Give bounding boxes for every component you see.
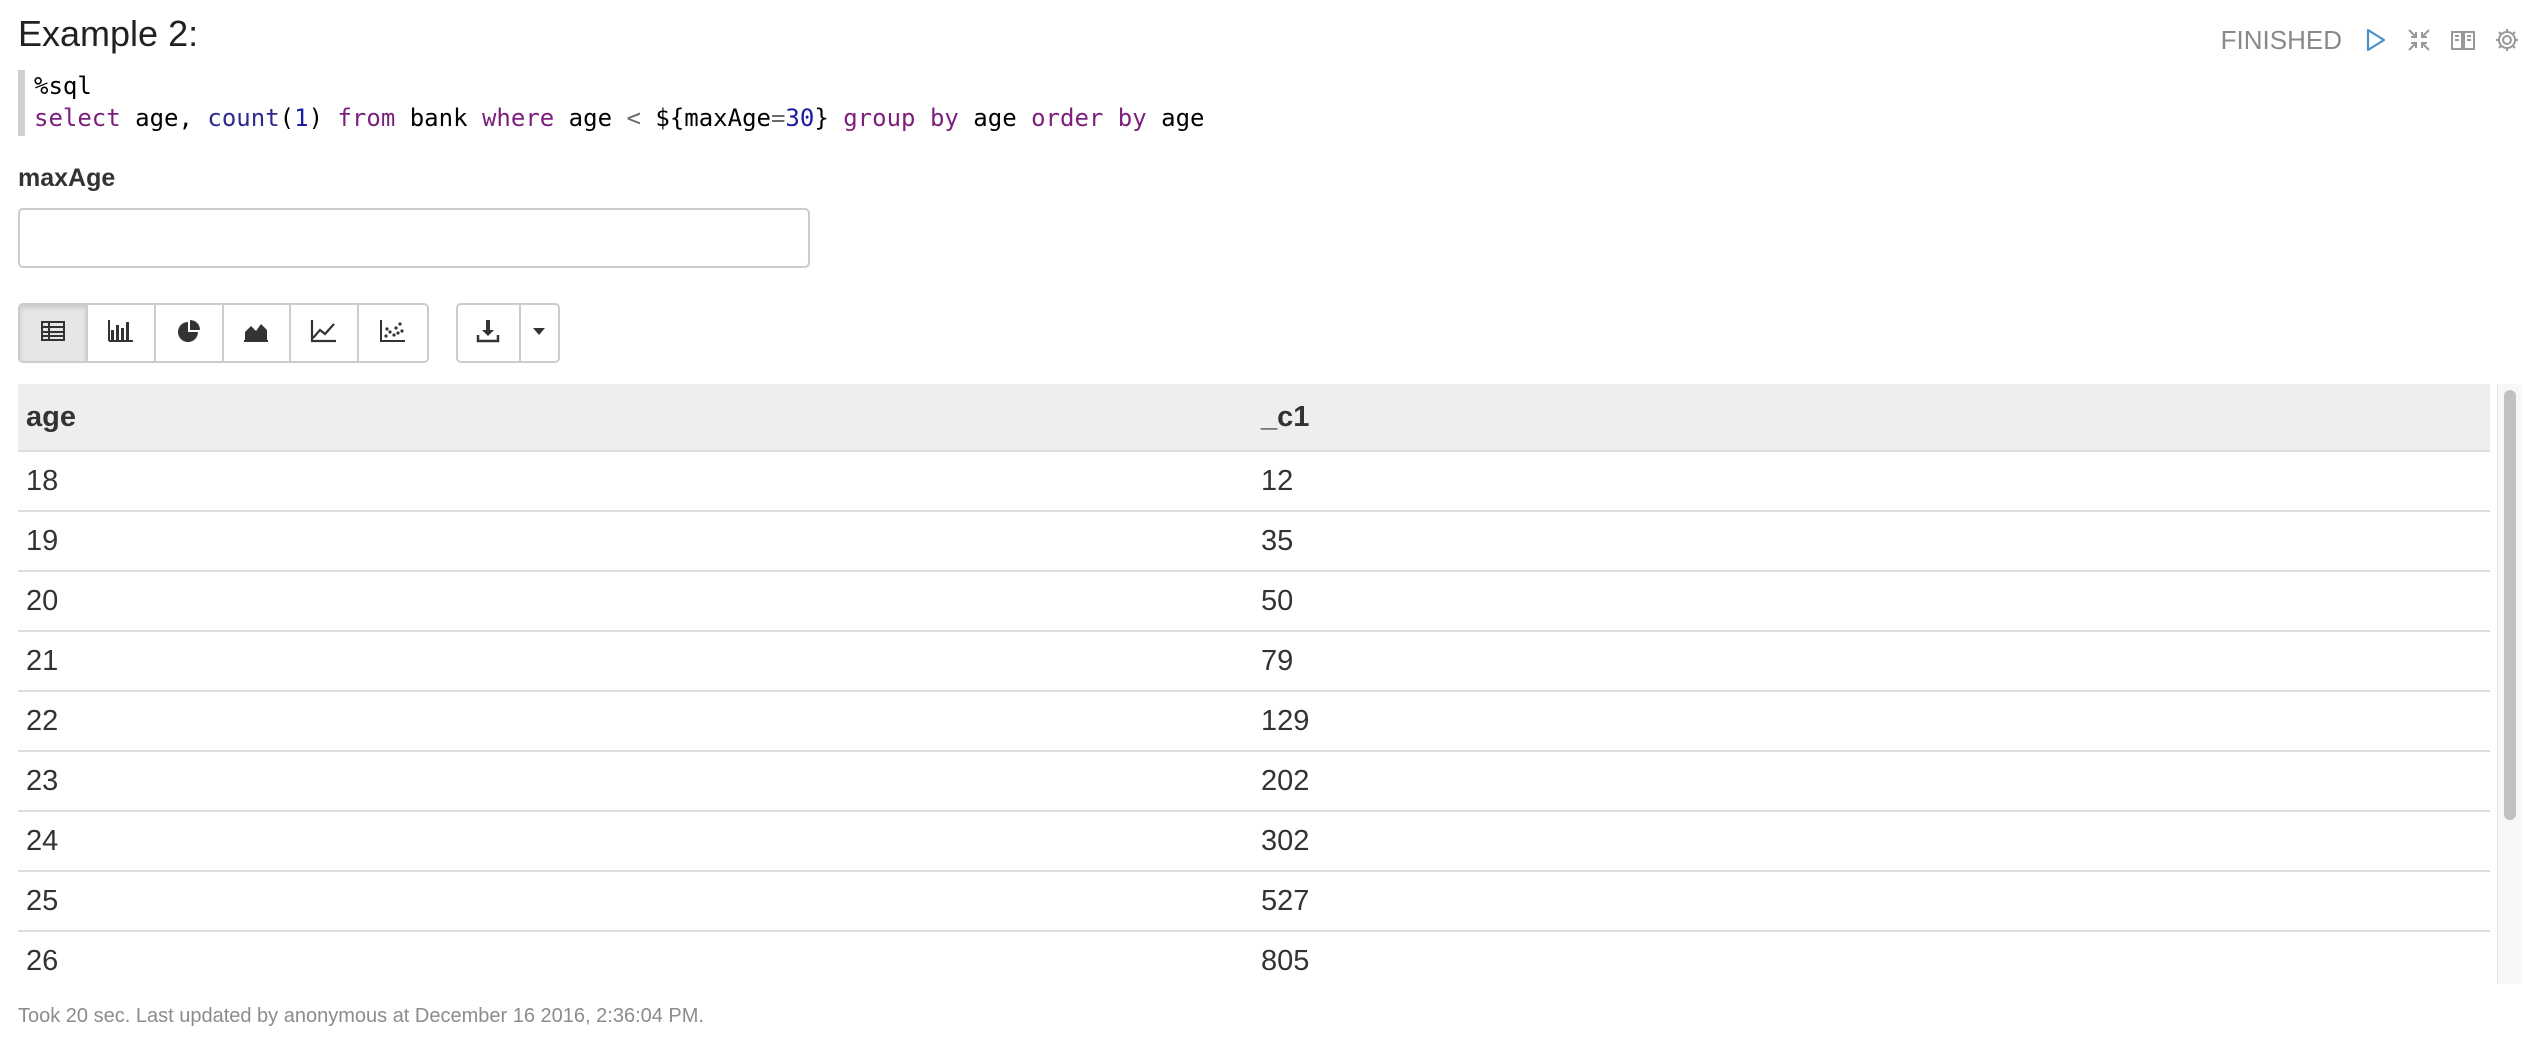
code-editor[interactable]: %sql select age, count(1) from bank wher… xyxy=(18,70,1434,136)
result-table-container: age _c1 18 12 19 35 20 50 21 79 22 129 23 202 … xyxy=(18,384,2522,984)
table-row: 22 129 xyxy=(18,691,2490,752)
play-icon[interactable] xyxy=(2360,25,2390,55)
editor-interpreter-line: %sql xyxy=(34,72,92,100)
table-row: 18 12 xyxy=(18,451,2490,512)
table-icon xyxy=(38,316,68,351)
book-icon[interactable] xyxy=(2448,25,2478,55)
gear-icon[interactable] xyxy=(2492,25,2522,55)
result-table: age _c1 18 12 19 35 20 50 21 79 22 129 23 202 … xyxy=(18,384,2490,984)
download-group xyxy=(456,303,560,363)
code-token: select xyxy=(34,104,121,132)
code-token: < xyxy=(626,104,641,132)
scatter-chart-button[interactable] xyxy=(359,305,427,361)
editor-query-line: select age, count(1) from bank where age… xyxy=(34,102,1434,134)
code-token: age xyxy=(554,104,627,132)
cell-count: 79 xyxy=(1253,631,2490,692)
scatter-chart-icon xyxy=(378,316,408,351)
code-token: age, xyxy=(120,104,208,132)
table-scrollbar[interactable] xyxy=(2497,384,2522,984)
cell-count: 527 xyxy=(1253,871,2490,932)
status-label: FINISHED xyxy=(2220,24,2342,55)
code-token: group xyxy=(843,104,916,132)
cell-count: 805 xyxy=(1253,931,2490,984)
table-row: 21 79 xyxy=(18,631,2490,692)
cell-age: 18 xyxy=(18,451,1253,512)
cell-count: 12 xyxy=(1253,451,2490,512)
cell-count: 35 xyxy=(1253,511,2490,572)
cell-age: 23 xyxy=(18,751,1253,812)
cell-age: 25 xyxy=(18,871,1253,932)
area-chart-button[interactable] xyxy=(223,305,292,361)
table-row: 23 202 xyxy=(18,751,2490,812)
cell-count: 129 xyxy=(1253,691,2490,752)
code-token: 30 xyxy=(785,104,815,132)
cell-age: 20 xyxy=(18,571,1253,632)
cell-age: 24 xyxy=(18,811,1253,872)
code-token: ( xyxy=(279,104,295,132)
column-header-c1[interactable]: _c1 xyxy=(1253,384,2490,452)
table-row: 19 35 xyxy=(18,511,2490,572)
bar-chart-icon xyxy=(106,316,136,351)
table-row: 26 805 xyxy=(18,931,2490,984)
paragraph-title: Example 2: xyxy=(18,13,199,54)
code-token: ${maxAge xyxy=(640,104,771,132)
cell-age: 19 xyxy=(18,511,1253,572)
line-chart-icon xyxy=(309,316,339,351)
table-view-button[interactable] xyxy=(20,305,88,361)
code-token: age xyxy=(1146,104,1205,132)
bar-chart-button[interactable] xyxy=(87,305,156,361)
scrollbar-thumb[interactable] xyxy=(2504,390,2516,820)
code-token: by xyxy=(1117,104,1147,132)
code-token: ) xyxy=(308,104,338,132)
code-token: from xyxy=(337,104,396,132)
code-token: count xyxy=(207,104,280,132)
download-button[interactable] xyxy=(458,305,521,361)
line-chart-button[interactable] xyxy=(291,305,360,361)
code-token: bank xyxy=(395,104,482,132)
visualization-toolbar xyxy=(18,303,429,363)
table-row: 24 302 xyxy=(18,811,2490,872)
cell-count: 302 xyxy=(1253,811,2490,872)
execution-info: Took 20 sec. Last updated by anonymous a… xyxy=(18,1005,704,1027)
code-token: 1 xyxy=(294,104,309,132)
cell-age: 21 xyxy=(18,631,1253,692)
code-token: by xyxy=(929,104,959,132)
code-token: age xyxy=(958,104,1032,132)
collapse-icon[interactable] xyxy=(2404,25,2434,55)
form-label-maxage: maxAge xyxy=(18,164,116,192)
download-dropdown-button[interactable] xyxy=(520,305,558,361)
code-token: order xyxy=(1031,104,1104,132)
cell-count: 50 xyxy=(1253,571,2490,632)
area-chart-icon xyxy=(241,316,271,351)
cell-count: 202 xyxy=(1253,751,2490,812)
cell-age: 26 xyxy=(18,931,1253,984)
table-row: 25 527 xyxy=(18,871,2490,932)
table-row: 20 50 xyxy=(18,571,2490,632)
paragraph-controls: FINISHED xyxy=(2221,20,2522,60)
pie-chart-button[interactable] xyxy=(155,305,224,361)
column-header-age[interactable]: age xyxy=(18,384,1253,452)
pie-chart-icon xyxy=(174,316,204,351)
code-token: where xyxy=(481,104,555,132)
code-token: = xyxy=(770,104,786,132)
cell-age: 22 xyxy=(18,691,1253,752)
maxage-input[interactable] xyxy=(18,208,810,268)
table-header-row: age _c1 xyxy=(18,384,2490,452)
code-token: } xyxy=(814,104,844,132)
download-icon xyxy=(473,316,503,351)
caret-down-icon xyxy=(524,316,554,351)
